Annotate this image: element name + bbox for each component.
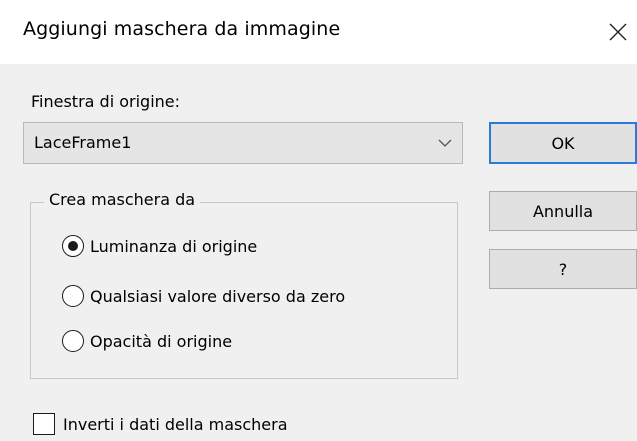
- invert-mask-option[interactable]: Inverti i dati della maschera: [33, 412, 288, 436]
- help-button[interactable]: ?: [489, 249, 637, 289]
- radio-button[interactable]: [62, 285, 84, 307]
- radio-button[interactable]: [62, 330, 84, 352]
- radio-source-luminance[interactable]: Luminanza di origine: [62, 233, 257, 259]
- radio-label: Opacità di origine: [90, 331, 233, 351]
- radio-any-nonzero[interactable]: Qualsiasi valore diverso da zero: [62, 283, 345, 309]
- chevron-down-icon: [438, 139, 452, 147]
- cancel-button[interactable]: Annulla: [489, 191, 637, 231]
- source-window-dropdown[interactable]: LaceFrame1: [23, 122, 463, 164]
- title-bar: Aggiungi maschera da immagine: [0, 0, 637, 64]
- source-window-value: LaceFrame1: [34, 133, 132, 152]
- radio-label: Qualsiasi valore diverso da zero: [90, 286, 346, 306]
- radio-button[interactable]: [62, 235, 84, 257]
- invert-mask-checkbox[interactable]: [33, 413, 55, 435]
- radio-selected-dot: [68, 241, 78, 251]
- ok-button[interactable]: OK: [489, 122, 637, 164]
- radio-label: Luminanza di origine: [90, 236, 258, 256]
- close-button[interactable]: [598, 12, 637, 52]
- close-icon: [609, 23, 626, 41]
- mask-source-legend: Crea maschera da: [44, 190, 201, 209]
- invert-mask-label: Inverti i dati della maschera: [63, 414, 288, 434]
- dialog-title: Aggiungi maschera da immagine: [23, 18, 341, 40]
- source-window-label: Finestra di origine:: [31, 92, 181, 111]
- radio-source-opacity[interactable]: Opacità di origine: [62, 328, 232, 354]
